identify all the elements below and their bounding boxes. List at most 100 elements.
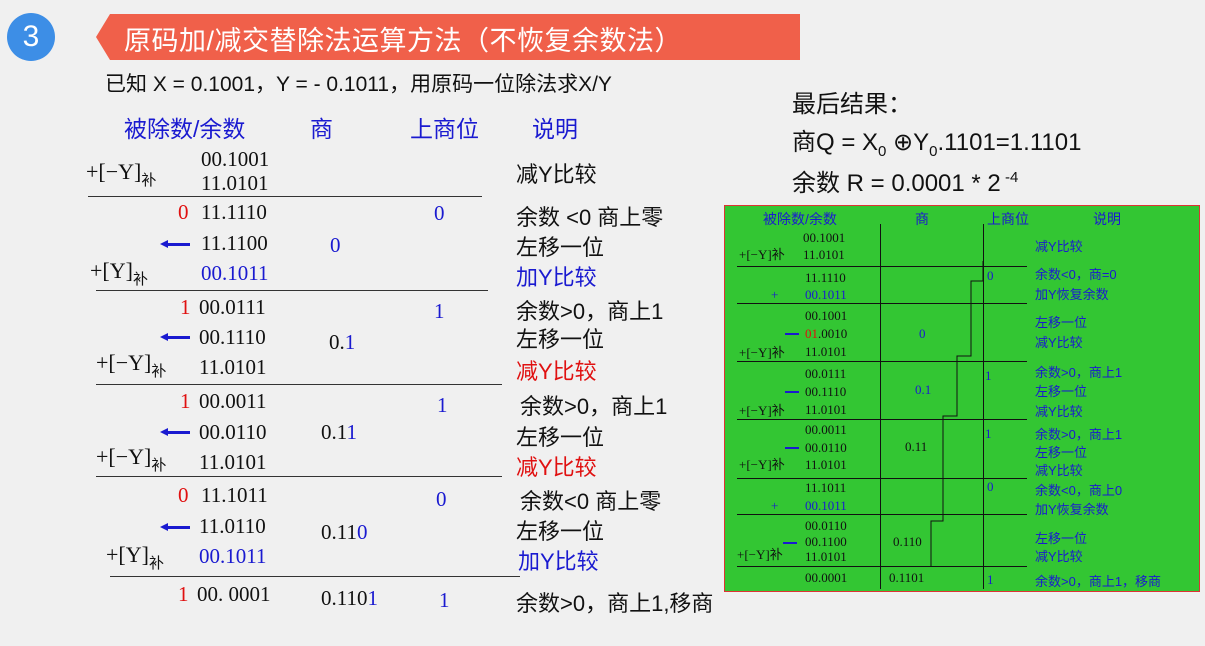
panel-note: 加Y恢复余数 bbox=[1035, 287, 1109, 302]
row-note: 余数>0，商上1 bbox=[520, 394, 668, 419]
panel-shift-arrow bbox=[785, 447, 799, 449]
dividend-value: 00.1001 bbox=[201, 147, 270, 171]
slide-title: 原码加/减交替除法运算方法（不恢复余数法） bbox=[124, 26, 683, 56]
panel-value: 00.0011 bbox=[805, 422, 847, 437]
row-note: 左移一位 bbox=[516, 519, 605, 544]
panel-value: 11.0101 bbox=[805, 344, 847, 359]
panel-value: 11.0101 bbox=[805, 457, 847, 472]
panel-line bbox=[737, 266, 1027, 267]
panel-value: 00.1100 bbox=[805, 534, 847, 549]
minus-y-label: +[−Y]补 bbox=[96, 444, 167, 474]
panel-note: 余数<0，商上0 bbox=[1035, 483, 1123, 498]
quotient-result: 商Q = X0 ⊕Y0.1101=1.1101 bbox=[792, 129, 1082, 160]
panel-label: +[−Y]补 bbox=[737, 547, 783, 562]
panel-value: 11.1110 bbox=[805, 270, 846, 285]
panel-note: 左移一位 bbox=[1035, 445, 1088, 460]
title-banner: 原码加/减交替除法运算方法（不恢复余数法） bbox=[96, 14, 800, 60]
panel-value: 00.1011 bbox=[805, 287, 847, 302]
panel-quotient: 0.110 bbox=[893, 534, 922, 549]
quotient-value: 0.1101 bbox=[321, 586, 378, 610]
result-title: 最后结果： bbox=[792, 91, 912, 118]
plus-y-value: 00.1011 bbox=[201, 261, 269, 285]
panel-line bbox=[737, 514, 1027, 515]
panel-qbit: 1 bbox=[985, 426, 992, 441]
row-note: 余数>0，商上1,移商 bbox=[516, 591, 714, 616]
col-note-header: 说明 bbox=[532, 116, 578, 142]
panel-note: 减Y比较 bbox=[1035, 239, 1083, 254]
remainder-result: 余数 R = 0.0001 * 2 -4 bbox=[792, 169, 1019, 197]
shifted-value: 11.1100 bbox=[201, 231, 268, 255]
panel-label: +[−Y]补 bbox=[739, 403, 785, 418]
panel-quotient: 0.1 bbox=[915, 382, 932, 397]
row-note: 减Y比较 bbox=[516, 455, 597, 480]
panel-qbit: 0 bbox=[987, 479, 994, 494]
panel-value: 11.0101 bbox=[803, 247, 845, 262]
sum-line bbox=[96, 384, 502, 385]
quotient-bit: 0 bbox=[434, 201, 445, 225]
panel-step-lines bbox=[930, 261, 984, 566]
col-quotient-header: 商 bbox=[310, 116, 333, 142]
sum-line bbox=[96, 290, 488, 291]
panel-value: 00.0110 bbox=[805, 518, 847, 533]
panel-note: 减Y比较 bbox=[1035, 335, 1083, 350]
quotient-bit: 1 bbox=[434, 299, 445, 323]
panel-value: 00.1001 bbox=[803, 230, 846, 245]
shift-left-arrow bbox=[160, 333, 190, 341]
panel-note: 减Y比较 bbox=[1035, 549, 1083, 564]
panel-value: 00.0110 bbox=[805, 440, 847, 455]
panel-label: +[−Y]补 bbox=[739, 247, 785, 262]
sum-line bbox=[96, 476, 502, 477]
panel-note: 余数>0，商上1 bbox=[1035, 365, 1123, 380]
shift-left-arrow bbox=[160, 240, 190, 248]
remainder-value: 11.1011 bbox=[201, 483, 268, 507]
panel-note: 左移一位 bbox=[1035, 315, 1088, 330]
panel-quotient: 0 bbox=[919, 326, 926, 341]
remainder-value: 00.0111 bbox=[199, 295, 266, 319]
panel-shift-arrow bbox=[785, 391, 799, 393]
panel-shift-arrow bbox=[785, 333, 799, 335]
panel-line bbox=[737, 419, 1027, 420]
panel-note: 减Y比较 bbox=[1035, 404, 1083, 419]
row-note: 余数 <0 商上零 bbox=[516, 205, 664, 230]
panel-note: 余数>0，商上1 bbox=[1035, 427, 1123, 442]
minus-y-value: 11.0101 bbox=[201, 171, 269, 195]
panel-note: 左移一位 bbox=[1035, 384, 1088, 399]
panel-value: 00.1001 bbox=[805, 308, 848, 323]
panel-line bbox=[737, 361, 1027, 362]
col-dividend-header: 被除数/余数 bbox=[124, 116, 246, 142]
carry-bit: 0 bbox=[178, 200, 189, 224]
problem-statement: 已知 X = 0.1001，Y = - 0.1011，用原码一位除法求X/Y bbox=[105, 73, 612, 96]
panel-value: 11.1011 bbox=[805, 480, 847, 495]
panel-qbit: 1 bbox=[985, 368, 992, 383]
panel-value: 01.0010 bbox=[805, 326, 848, 341]
row-note: 左移一位 bbox=[516, 235, 605, 260]
panel-note: 左移一位 bbox=[1035, 531, 1088, 546]
sum-line bbox=[88, 196, 482, 197]
carry-bit: 1 bbox=[178, 582, 189, 606]
panel-line bbox=[737, 303, 1027, 304]
row-note: 减Y比较 bbox=[516, 162, 597, 187]
plus-y-label: +[Y]补 bbox=[106, 542, 164, 572]
sum-line bbox=[110, 576, 520, 577]
restoring-division-panel: 被除数/余数 商 上商位 说明 00.1001 +[−Y]补 11.0101 减… bbox=[724, 205, 1200, 592]
panel-label: +[−Y]补 bbox=[739, 457, 785, 472]
panel-quotient: 0.1101 bbox=[889, 570, 925, 585]
remainder-value: 00.0011 bbox=[199, 389, 267, 413]
panel-note: 减Y比较 bbox=[1035, 463, 1083, 478]
quotient-value: 0.110 bbox=[321, 520, 368, 544]
carry-bit: 1 bbox=[180, 295, 191, 319]
row-note: 减Y比较 bbox=[516, 359, 597, 384]
shift-left-arrow bbox=[160, 428, 190, 436]
panel-line bbox=[737, 478, 1027, 479]
panel-value: 00.1110 bbox=[805, 384, 847, 399]
panel-value: 00.0001 bbox=[805, 570, 848, 585]
section-number-badge: 3 bbox=[7, 13, 55, 61]
minus-y-value: 11.0101 bbox=[199, 450, 267, 474]
row-note: 左移一位 bbox=[516, 327, 605, 352]
panel-note: 余数>0，商上1，移商 bbox=[1035, 574, 1162, 589]
panel-line bbox=[737, 566, 1027, 567]
row-note: 加Y比较 bbox=[518, 549, 599, 574]
carry-bit: 1 bbox=[180, 389, 191, 413]
shifted-value: 00.1110 bbox=[199, 325, 266, 349]
panel-value: 11.0101 bbox=[805, 402, 847, 417]
